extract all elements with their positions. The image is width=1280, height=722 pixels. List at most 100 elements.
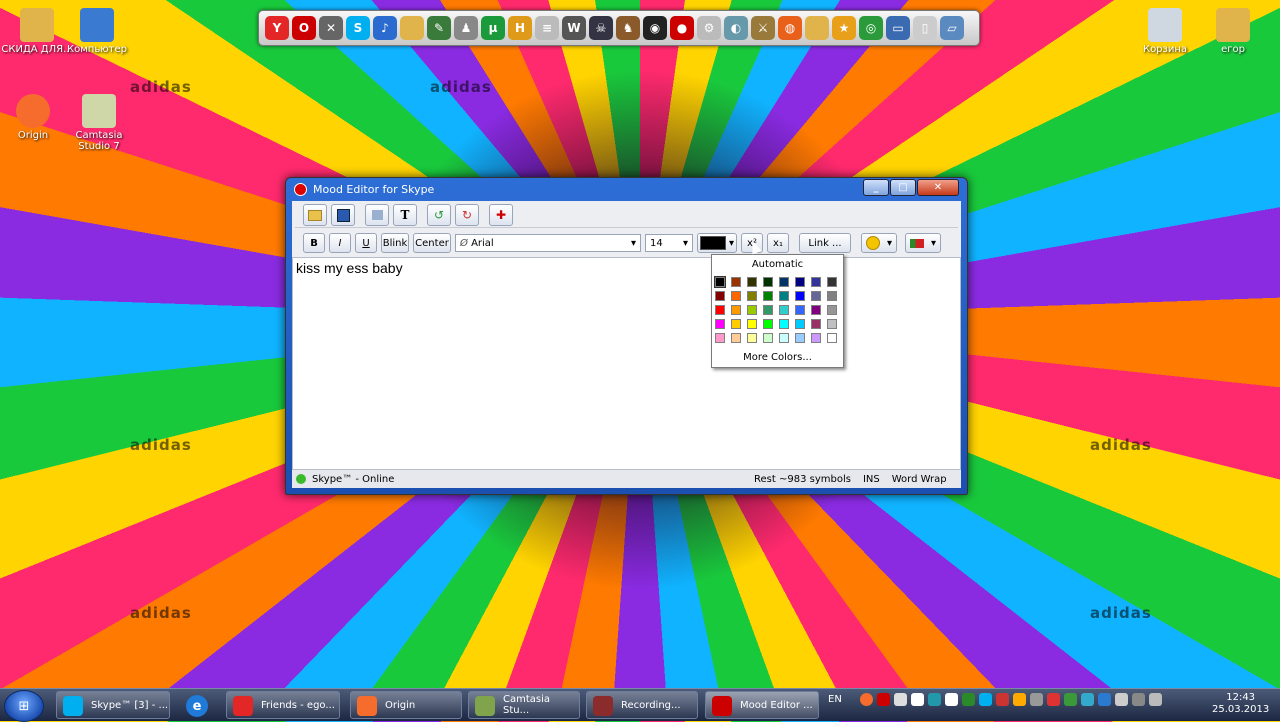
maximize-button[interactable]: □ xyxy=(890,179,916,196)
red-tray-icon[interactable] xyxy=(876,693,890,706)
tool-icon[interactable]: ✎ xyxy=(427,16,451,40)
document-icon[interactable]: ≡ xyxy=(535,16,559,40)
color-swatch[interactable] xyxy=(731,305,741,315)
green-tray-icon[interactable] xyxy=(1063,693,1077,706)
color-swatch[interactable] xyxy=(731,277,741,287)
minimize-button[interactable]: _ xyxy=(863,179,889,196)
font-select[interactable]: Ø Arial ▾ xyxy=(455,234,641,252)
center-button[interactable]: Center xyxy=(413,233,451,253)
taskbar-button-skype[interactable]: Skype™ [3] - ... xyxy=(56,691,170,719)
save-button[interactable] xyxy=(331,204,355,226)
language-indicator[interactable]: EN xyxy=(828,694,842,705)
close-button[interactable]: ✕ xyxy=(917,179,959,196)
app-icon[interactable]: ✕ xyxy=(319,16,343,40)
underline-button[interactable]: U xyxy=(355,233,377,253)
color-swatch[interactable] xyxy=(779,333,789,343)
red-app-icon[interactable]: ● xyxy=(670,16,694,40)
bold-button[interactable]: B xyxy=(303,233,325,253)
emoticon-button[interactable]: ▾ xyxy=(861,233,897,253)
color-swatch[interactable] xyxy=(779,277,789,287)
taskbar-button-browser[interactable]: Friends - ego... xyxy=(226,691,340,719)
clock[interactable]: 12:43 25.03.2013 xyxy=(1212,692,1269,716)
shield-tray-icon[interactable] xyxy=(961,693,975,706)
color-swatch[interactable] xyxy=(731,333,741,343)
color-swatch[interactable] xyxy=(763,291,773,301)
flag-button[interactable]: ▾ xyxy=(905,233,941,253)
firefox-icon[interactable]: ◍ xyxy=(778,16,802,40)
color-swatch[interactable] xyxy=(714,276,726,288)
color-swatch[interactable] xyxy=(811,333,821,343)
color-swatch[interactable] xyxy=(795,333,805,343)
monitor-icon[interactable]: ▭ xyxy=(886,16,910,40)
color-swatch[interactable] xyxy=(731,319,741,329)
color-swatch[interactable] xyxy=(811,319,821,329)
blink-button[interactable]: Blink xyxy=(381,233,409,253)
color-swatch[interactable] xyxy=(811,291,821,301)
color-swatch[interactable] xyxy=(747,277,757,287)
start-button[interactable]: ⊞ xyxy=(4,690,44,722)
chess-icon[interactable]: ♟ xyxy=(454,16,478,40)
color-swatch[interactable] xyxy=(795,277,805,287)
opera-icon[interactable]: O xyxy=(292,16,316,40)
sword-icon[interactable]: ⚔ xyxy=(751,16,775,40)
itunes-icon[interactable]: ♪ xyxy=(373,16,397,40)
color-swatch[interactable] xyxy=(795,305,805,315)
trash-icon[interactable]: ▯ xyxy=(913,16,937,40)
window-icon[interactable]: ▱ xyxy=(940,16,964,40)
color-swatch[interactable] xyxy=(795,319,805,329)
link-button[interactable]: Link ... xyxy=(799,233,851,253)
h-icon[interactable]: H xyxy=(508,16,532,40)
yandex-icon[interactable]: Y xyxy=(265,16,289,40)
globe-icon[interactable]: ◐ xyxy=(724,16,748,40)
taskbar-button-camtasia[interactable]: Camtasia Stu... xyxy=(468,691,580,719)
color-swatch[interactable] xyxy=(827,277,837,287)
tools-icon[interactable]: ⚙ xyxy=(697,16,721,40)
origin-tray-icon[interactable] xyxy=(859,693,873,706)
color-swatch[interactable] xyxy=(715,305,725,315)
ie-icon[interactable]: e xyxy=(186,695,208,717)
tanks-icon[interactable]: W xyxy=(562,16,586,40)
chrome-icon[interactable]: ◎ xyxy=(859,16,883,40)
color-swatch[interactable] xyxy=(763,333,773,343)
color-swatch[interactable] xyxy=(747,305,757,315)
monitor-tray-icon[interactable] xyxy=(1097,693,1111,706)
color-swatch[interactable] xyxy=(827,333,837,343)
color-swatch[interactable] xyxy=(763,305,773,315)
color-swatch[interactable] xyxy=(795,291,805,301)
desktop-icon-recycle-bin[interactable]: Корзина xyxy=(1128,8,1202,55)
color-swatch[interactable] xyxy=(747,333,757,343)
taskbar-button-mood-editor[interactable]: Mood Editor ... xyxy=(705,691,819,719)
desktop-icon-camtasia[interactable]: Camtasia Studio 7 xyxy=(62,94,136,152)
color-swatch[interactable] xyxy=(827,291,837,301)
color-swatch[interactable] xyxy=(763,277,773,287)
color-swatch[interactable] xyxy=(811,277,821,287)
open-button[interactable] xyxy=(303,204,327,226)
volume-icon[interactable] xyxy=(1148,693,1162,706)
italic-button[interactable]: I xyxy=(329,233,351,253)
utorrent-icon[interactable]: µ xyxy=(481,16,505,40)
k-tray-icon[interactable] xyxy=(944,693,958,706)
network-signal-icon[interactable] xyxy=(1131,693,1145,706)
opera-tray-icon[interactable] xyxy=(1046,693,1060,706)
color-swatch[interactable] xyxy=(731,291,741,301)
desktop-icon-computer[interactable]: Компьютер xyxy=(60,8,134,55)
taskbar-button-recording[interactable]: Recording... xyxy=(586,691,698,719)
flag-tray-icon[interactable] xyxy=(1114,693,1128,706)
utility-tray-icon[interactable] xyxy=(995,693,1009,706)
color-swatch[interactable] xyxy=(827,319,837,329)
text-button[interactable]: T xyxy=(393,204,417,226)
game-icon[interactable]: ☠ xyxy=(589,16,613,40)
b-tray-icon[interactable] xyxy=(910,693,924,706)
color-swatch[interactable] xyxy=(779,291,789,301)
color-swatch[interactable] xyxy=(763,319,773,329)
desktop-icon-user-folder[interactable]: егор xyxy=(1196,8,1270,55)
game3-icon[interactable]: ◉ xyxy=(643,16,667,40)
editor-area[interactable]: kiss my ess baby xyxy=(292,257,961,470)
plugin-button[interactable]: ✚ xyxy=(489,204,513,226)
color-swatch[interactable] xyxy=(779,305,789,315)
more-colors-link[interactable]: More Colors... xyxy=(712,352,843,363)
color-swatch[interactable] xyxy=(779,319,789,329)
desktop-icon-origin[interactable]: Origin xyxy=(0,94,70,141)
undo-button[interactable]: ↺ xyxy=(427,204,451,226)
network-tray-icon[interactable] xyxy=(927,693,941,706)
